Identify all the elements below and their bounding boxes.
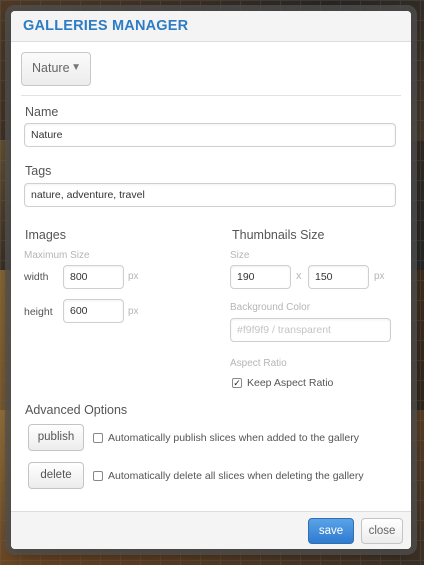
size-separator: x xyxy=(296,270,302,282)
galleries-manager-dialog: GALLERIES MANAGER Nature ▼ Name Nature T… xyxy=(11,11,411,549)
publish-button[interactable]: publish xyxy=(28,424,84,451)
background-color-label: Background Color xyxy=(230,302,311,313)
save-button[interactable]: save xyxy=(308,518,354,544)
dialog-footer: save close xyxy=(11,511,411,549)
thumbnail-size-label: Size xyxy=(230,250,250,261)
image-height-input[interactable]: 600 xyxy=(63,299,124,323)
tags-input[interactable]: nature, adventure, travel xyxy=(24,183,396,207)
height-unit: px xyxy=(128,306,139,317)
thumbnail-height-input[interactable]: 150 xyxy=(308,265,369,289)
image-width-input[interactable]: 800 xyxy=(63,265,124,289)
dialog-header: GALLERIES MANAGER xyxy=(11,11,411,42)
auto-delete-checkbox[interactable] xyxy=(93,471,103,481)
background-color-input[interactable]: #f9f9f9 / transparent xyxy=(230,318,391,342)
thumbnails-size-label: Thumbnails Size xyxy=(232,228,325,242)
close-button[interactable]: close xyxy=(361,518,403,544)
height-label: height xyxy=(24,306,53,318)
divider xyxy=(21,95,401,96)
check-icon: ✓ xyxy=(233,378,241,388)
gallery-select[interactable]: Nature ▼ xyxy=(21,52,91,86)
thumbnail-height-unit: px xyxy=(374,271,385,282)
aspect-ratio-label: Aspect Ratio xyxy=(230,358,287,369)
delete-button[interactable]: delete xyxy=(28,462,84,489)
auto-publish-checkbox[interactable] xyxy=(93,433,103,443)
thumbnail-width-input[interactable]: 190 xyxy=(230,265,291,289)
name-label: Name xyxy=(25,105,59,119)
width-unit: px xyxy=(128,271,139,282)
width-label: width xyxy=(24,271,49,283)
advanced-options-label: Advanced Options xyxy=(25,403,128,417)
maximum-size-label: Maximum Size xyxy=(24,250,90,261)
gallery-select-value: Nature xyxy=(32,61,70,75)
images-label: Images xyxy=(25,228,66,242)
tags-label: Tags xyxy=(25,164,52,178)
dialog-title: GALLERIES MANAGER xyxy=(23,18,189,34)
keep-aspect-ratio-label: Keep Aspect Ratio xyxy=(247,377,334,389)
name-input[interactable]: Nature xyxy=(24,123,396,147)
chevron-down-icon: ▼ xyxy=(71,62,81,73)
auto-publish-label: Automatically publish slices when added … xyxy=(108,432,359,444)
auto-delete-label: Automatically delete all slices when del… xyxy=(108,470,364,482)
keep-aspect-ratio-checkbox[interactable]: ✓ xyxy=(232,378,242,388)
